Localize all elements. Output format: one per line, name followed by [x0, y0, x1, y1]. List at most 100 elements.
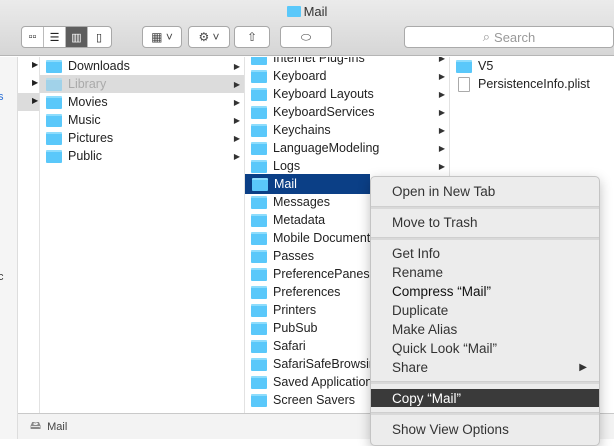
action-gear-button[interactable]: ⚙ ˅: [188, 26, 230, 48]
menu-separator: [371, 237, 599, 240]
library-folder-icon: [46, 77, 62, 91]
menu-item[interactable]: Compress “Mail”: [371, 282, 599, 300]
cover-flow-icon[interactable]: ▯: [88, 27, 110, 47]
folder-icon: [251, 105, 267, 119]
item-name: Metadata: [273, 213, 326, 227]
folder-icon: [456, 59, 472, 73]
list-item[interactable]: Public ▶: [40, 147, 244, 165]
list-item[interactable]: Keyboard ▶: [245, 67, 449, 85]
tags-button[interactable]: ⬭: [280, 26, 332, 48]
window-title-text: Mail: [303, 4, 328, 19]
list-item[interactable]: Music ▶: [40, 111, 244, 129]
folder-icon: [286, 6, 301, 17]
menu-separator: [371, 206, 599, 209]
search-icon: ⌕: [482, 29, 491, 44]
item-name: Mobile Documents: [273, 231, 377, 245]
share-button[interactable]: ⇧: [234, 26, 270, 48]
folder-icon: [251, 357, 267, 371]
status-path: Mail: [47, 420, 68, 433]
chevron-right-icon: ▶: [438, 125, 445, 135]
menu-item-label: Copy “Mail”: [392, 390, 462, 406]
sidebar: s c: [0, 57, 18, 439]
folder-icon: [251, 141, 267, 155]
folder-icon: [251, 267, 267, 281]
list-item[interactable]: Keychains ▶: [245, 121, 449, 139]
folder-icon: [251, 69, 267, 83]
item-name: Logs: [273, 159, 301, 173]
list-item[interactable]: Movies ▶: [40, 93, 244, 111]
list-item[interactable]: Mail: [245, 174, 370, 194]
list-item[interactable]: Keyboard Layouts ▶: [245, 85, 449, 103]
folder-icon: [251, 87, 267, 101]
menu-item[interactable]: Open in New Tab: [371, 182, 599, 200]
item-name: Keyboard Layouts: [273, 87, 374, 101]
view-mode-control[interactable]: ▫▫ ☰ ▥ ▯: [21, 26, 112, 48]
folder-icon: [251, 393, 267, 407]
item-name: Movies: [68, 95, 108, 109]
list-item[interactable]: Downloads ▶: [40, 57, 244, 75]
menu-item-label: Share: [392, 359, 429, 375]
chevron-right-icon: ▶: [233, 151, 240, 161]
menu-item[interactable]: Quick Look “Mail”: [371, 339, 599, 357]
menu-item-label: Move to Trash: [392, 214, 478, 230]
item-name: PubSub: [273, 321, 318, 335]
list-item[interactable]: Internet Plug-Ins ▶: [245, 57, 449, 67]
drive-icon: 🖴: [30, 420, 42, 432]
list-item[interactable]: LanguageModeling ▶: [245, 139, 449, 157]
title-bar: Mail ▫▫ ☰ ▥ ▯ ▦ ˅ ⚙ ˅ ⇧ ⬭ ⌕ Search: [0, 0, 614, 56]
item-name: Printers: [273, 303, 317, 317]
menu-item[interactable]: Share ▶: [371, 358, 599, 376]
icon-view-icon[interactable]: ▫▫: [22, 27, 44, 47]
menu-item[interactable]: Duplicate: [371, 301, 599, 319]
menu-item-label: Show View Options: [392, 421, 509, 437]
folder-icon: [251, 321, 267, 335]
menu-item[interactable]: Rename: [371, 263, 599, 281]
item-name: KeyboardServices: [273, 105, 375, 119]
column-view-icon[interactable]: ▥: [66, 27, 88, 47]
movies-folder-icon: [46, 95, 62, 109]
chevron-right-icon: ▶: [438, 57, 445, 63]
folder-icon: [251, 339, 267, 353]
list-item[interactable]: PersistenceInfo.plist: [450, 75, 614, 93]
menu-item-label: Quick Look “Mail”: [392, 340, 498, 356]
folder-icon: [251, 285, 267, 299]
chevron-right-icon: ▶: [438, 89, 445, 99]
menu-item[interactable]: Make Alias: [371, 320, 599, 338]
menu-item[interactable]: Get Info: [371, 244, 599, 262]
folder-icon: [251, 231, 267, 245]
list-item[interactable]: Logs ▶: [245, 157, 449, 175]
item-name: Screen Savers: [273, 393, 355, 407]
menu-item-label: Get Info: [392, 245, 441, 261]
menu-item-label: Duplicate: [392, 302, 449, 318]
chevron-right-icon: ▶: [438, 107, 445, 117]
menu-item-label: Make Alias: [392, 321, 458, 337]
share-icon: ⇧: [246, 30, 258, 44]
list-item[interactable]: Library ▶: [40, 75, 244, 93]
list-item[interactable]: V5: [450, 57, 614, 75]
item-name: Keyboard: [273, 69, 327, 83]
arrange-button[interactable]: ▦ ˅: [142, 26, 182, 48]
chevron-right-icon: ▶: [233, 97, 240, 107]
menu-item[interactable]: Move to Trash: [371, 213, 599, 231]
menu-item-label: Compress “Mail”: [392, 283, 492, 299]
chevron-right-icon: ▶: [438, 71, 445, 81]
window-title: Mail: [0, 4, 614, 19]
submenu-arrow-icon: ▶: [579, 361, 587, 373]
list-item[interactable]: Pictures ▶: [40, 129, 244, 147]
search-input[interactable]: ⌕ Search: [404, 26, 614, 48]
menu-separator: [371, 381, 599, 384]
item-name: LanguageModeling: [273, 141, 380, 155]
item-name: Library: [68, 77, 107, 91]
chevron-right-icon: ▶: [233, 115, 240, 125]
item-name: V5: [478, 59, 494, 73]
item-name: SafariSafeBrowsing: [273, 357, 383, 371]
menu-item[interactable]: Show View Options: [371, 420, 599, 438]
folder-icon: [251, 195, 267, 209]
menu-item[interactable]: Copy “Mail”: [371, 389, 599, 407]
folder-icon: [251, 159, 267, 173]
item-name: Public: [68, 149, 103, 163]
list-view-icon[interactable]: ☰: [44, 27, 66, 47]
item-name: Downloads: [68, 59, 130, 73]
list-item[interactable]: KeyboardServices ▶: [245, 103, 449, 121]
item-name: Keychains: [273, 123, 331, 137]
